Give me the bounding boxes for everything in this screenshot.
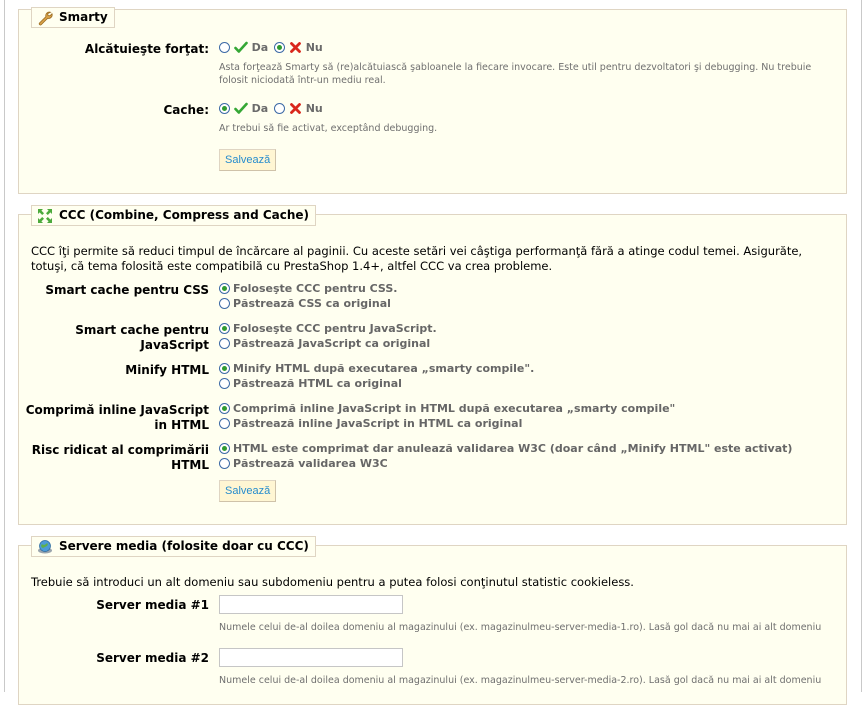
- ccc-option[interactable]: Minify HTML după executarea „smarty comp…: [219, 361, 534, 376]
- media-panel: Servere media (folosite doar cu CCC) Tre…: [18, 536, 847, 705]
- force-compile-no-radio[interactable]: [274, 42, 286, 53]
- ccc-option-label: Păstrează inline JavaScript in HTML ca o…: [233, 417, 523, 430]
- ccc-setting-options: Foloseşte CCC pentru CSS. Păstrează CSS …: [219, 281, 397, 311]
- ccc-legend-title: CCC (Combine, Compress and Cache): [59, 208, 310, 222]
- arrows-compress-icon: [38, 208, 52, 223]
- cache-hint: Ar trebui să fie activat, exceptând debu…: [219, 123, 438, 134]
- ccc-option[interactable]: Păstrează JavaScript ca original: [219, 336, 437, 351]
- ccc-option[interactable]: Păstrează CSS ca original: [219, 296, 397, 311]
- ccc-setting-label: Smart cache pentru CSS: [45, 283, 209, 297]
- ccc-setting-options: Foloseşte CCC pentru JavaScript. Păstrea…: [219, 321, 437, 351]
- ccc-option-label: Foloseşte CCC pentru CSS.: [233, 282, 398, 295]
- page-right-border: [861, 0, 862, 692]
- media-server-label: Server media #1: [96, 598, 209, 612]
- ccc-setting-options: Comprimă inline JavaScript in HTML după …: [219, 401, 675, 431]
- server-globe-icon: [38, 539, 52, 553]
- cross-icon: [289, 42, 301, 53]
- ccc-setting-options: Minify HTML după executarea „smarty comp…: [219, 361, 534, 391]
- ccc-option-radio[interactable]: [219, 443, 230, 454]
- page-left-border: [4, 0, 5, 692]
- ccc-option-radio[interactable]: [219, 323, 230, 334]
- force-compile-hint: Asta forţează Smarty să (re)alcătuiască …: [219, 62, 812, 86]
- media-server-label: Server media #2: [96, 651, 209, 665]
- ccc-option-radio[interactable]: [219, 418, 230, 429]
- force-compile-label: Alcătuieşte forţat:: [84, 42, 209, 56]
- check-icon: [234, 41, 248, 53]
- ccc-option-radio[interactable]: [219, 403, 230, 414]
- ccc-option-label: Păstrează CSS ca original: [233, 297, 391, 310]
- media-legend: Servere media (folosite doar cu CCC): [31, 536, 316, 557]
- ccc-save-button[interactable]: Salvează: [219, 480, 277, 502]
- ccc-option-radio[interactable]: [219, 338, 230, 349]
- ccc-option[interactable]: Păstrează validarea W3C: [219, 456, 792, 471]
- ccc-option[interactable]: Păstrează inline JavaScript in HTML ca o…: [219, 416, 675, 431]
- media-intro: Trebuie să introduci un alt domeniu sau …: [31, 575, 634, 589]
- smarty-save-button[interactable]: Salvează: [219, 149, 277, 171]
- ccc-option[interactable]: Păstrează HTML ca original: [219, 376, 534, 391]
- ccc-option[interactable]: HTML este comprimat dar anulează validar…: [219, 441, 792, 456]
- cache-label: Cache:: [163, 103, 210, 117]
- cache-no-label: Nu: [305, 102, 323, 115]
- smarty-panel: Smarty Alcătuieşte forţat: Da Nu Asta fo…: [18, 7, 847, 194]
- ccc-setting-options: HTML este comprimat dar anulează validar…: [219, 441, 792, 471]
- ccc-option-label: Păstrează JavaScript ca original: [233, 337, 431, 350]
- ccc-option-label: Păstrează HTML ca original: [233, 377, 402, 390]
- media-legend-title: Servere media (folosite doar cu CCC): [59, 539, 309, 553]
- force-compile-no-label: Nu: [305, 41, 323, 54]
- media-server-hint: Numele celui de-al doilea domeniu al mag…: [219, 622, 822, 633]
- check-icon: [234, 102, 248, 114]
- ccc-option-label: Comprimă inline JavaScript in HTML după …: [233, 402, 676, 415]
- ccc-panel: CCC (Combine, Compress and Cache) CCC îţ…: [18, 205, 847, 525]
- ccc-option-radio[interactable]: [219, 298, 230, 309]
- ccc-setting-label: Minify HTML: [125, 363, 209, 377]
- ccc-option-radio[interactable]: [219, 283, 230, 294]
- media-server-hint: Numele celui de-al doilea domeniu al mag…: [219, 675, 822, 686]
- force-compile-yes-label: Da: [251, 41, 269, 54]
- ccc-option-label: Foloseşte CCC pentru JavaScript.: [233, 322, 437, 335]
- ccc-setting-label: Comprimă inline JavaScript in HTML: [25, 403, 209, 432]
- cache-no-radio[interactable]: [274, 103, 286, 114]
- ccc-setting-label: Smart cache pentru JavaScript: [75, 323, 209, 352]
- ccc-option[interactable]: Foloseşte CCC pentru JavaScript.: [219, 321, 437, 336]
- cache-yes-radio[interactable]: [219, 103, 230, 114]
- cache-yes-label: Da: [251, 102, 269, 115]
- force-compile-control: Da Nu: [219, 40, 323, 54]
- ccc-intro: CCC îţi permite să reduci timpul de încă…: [31, 244, 803, 273]
- force-compile-yes-radio[interactable]: [219, 42, 230, 53]
- ccc-setting-label: Risc ridicat al comprimării HTML: [31, 443, 209, 472]
- cross-icon: [289, 103, 301, 114]
- ccc-option[interactable]: Foloseşte CCC pentru CSS.: [219, 281, 397, 296]
- media-server-1-input[interactable]: [219, 595, 403, 614]
- cache-control: Da Nu: [219, 101, 323, 115]
- ccc-option-radio[interactable]: [219, 458, 230, 469]
- smarty-legend: Smarty: [31, 7, 115, 28]
- ccc-legend: CCC (Combine, Compress and Cache): [31, 205, 317, 226]
- ccc-option[interactable]: Comprimă inline JavaScript in HTML după …: [219, 401, 675, 416]
- ccc-option-radio[interactable]: [219, 378, 230, 389]
- ccc-option-radio[interactable]: [219, 363, 230, 374]
- ccc-option-label: Păstrează validarea W3C: [233, 457, 388, 470]
- media-server-2-input[interactable]: [219, 648, 403, 667]
- ccc-option-label: Minify HTML după executarea „smarty comp…: [233, 362, 535, 375]
- smarty-legend-title: Smarty: [59, 10, 108, 24]
- ccc-option-label: HTML este comprimat dar anulează validar…: [233, 442, 793, 455]
- wrench-icon: [38, 11, 53, 25]
